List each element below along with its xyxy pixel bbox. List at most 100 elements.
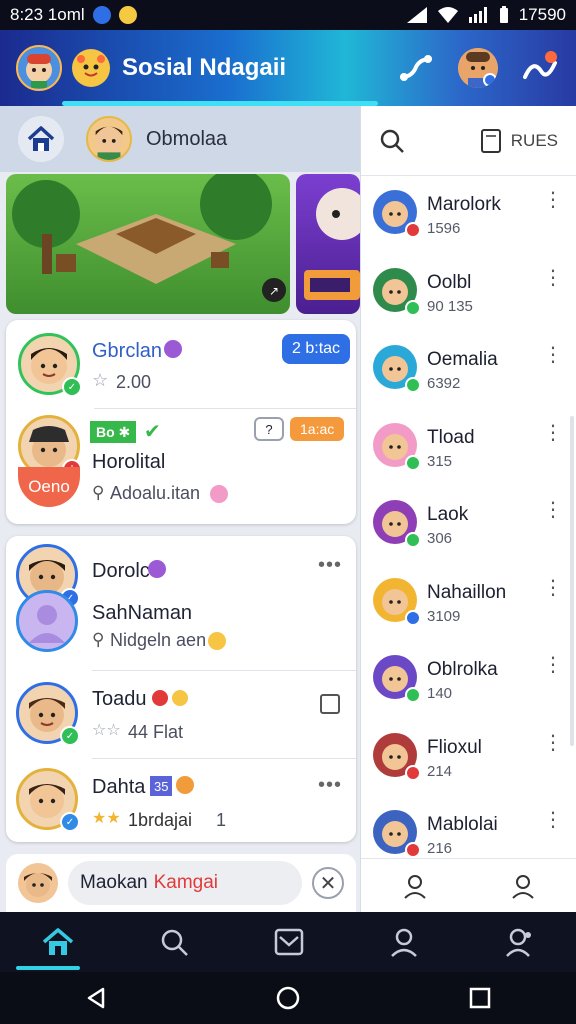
battery-icon: [499, 6, 508, 23]
people-list-item[interactable]: Laok 306 ⋮: [361, 488, 576, 566]
rules-button[interactable]: RUES: [480, 128, 558, 153]
reply-bar: Maokan Kamgai ✕: [6, 854, 356, 912]
reply-avatar[interactable]: [18, 863, 58, 903]
profile-avatar[interactable]: [458, 48, 498, 88]
people-list-item[interactable]: Oemalia 6392 ⋮: [361, 333, 576, 411]
recents-icon[interactable]: [469, 987, 491, 1009]
feed-row[interactable]: ✓ Gbrclan ☆ 2.00 2 b:tac: [6, 320, 356, 408]
person-name: Flioxul: [427, 736, 482, 758]
user-bio: 1brdajai: [128, 810, 193, 830]
unknown-pill[interactable]: ?: [254, 417, 284, 441]
feed-row[interactable]: ✓ Dorolc ••• SahNaman ⚲ Nidgeln aen: [6, 536, 356, 664]
friends-icon[interactable]: [504, 927, 534, 957]
profile-icon[interactable]: [389, 927, 419, 957]
channel-name: Obmolaa: [146, 127, 228, 150]
select-checkbox[interactable]: [320, 694, 340, 714]
back-icon[interactable]: [85, 987, 107, 1009]
person-name: Tload: [427, 426, 475, 448]
game-banner-tile[interactable]: ↗: [6, 174, 290, 314]
user-name[interactable]: Gbrclan: [92, 340, 162, 363]
user-name-secondary[interactable]: SahNaman: [92, 602, 192, 625]
people-list-item[interactable]: Oblrolka 140 ⋮: [361, 643, 576, 721]
mini-level-label: Bo ✱: [96, 423, 131, 440]
status-tag-label: Oeno: [28, 477, 70, 496]
notifications-graph-icon[interactable]: [520, 48, 560, 88]
people-list-item[interactable]: Marolork 1596 ⋮: [361, 178, 576, 256]
online-check-icon: ✓: [62, 377, 82, 397]
emoji-notification-icon: [118, 6, 137, 24]
unknown-pill-label: ?: [265, 421, 273, 437]
more-options-icon[interactable]: •••: [318, 774, 342, 797]
rules-label: RUES: [510, 130, 558, 150]
account-icon[interactable]: [510, 873, 536, 899]
link-share-icon[interactable]: [396, 48, 436, 88]
user-name[interactable]: Dorolc: [92, 560, 150, 583]
home-circle-icon[interactable]: [276, 986, 300, 1010]
notification-icon: [92, 6, 111, 24]
home-tab-button[interactable]: [18, 116, 64, 162]
location-icon: ⚲: [92, 630, 105, 649]
status-badge-icon: [405, 299, 421, 316]
reply-input[interactable]: Maokan Kamgai: [68, 861, 302, 905]
more-vertical-icon[interactable]: ⋮: [543, 423, 563, 443]
search-icon[interactable]: [159, 927, 189, 957]
search-icon[interactable]: [379, 128, 405, 154]
more-vertical-icon[interactable]: ⋮: [543, 810, 563, 830]
more-options-icon[interactable]: •••: [318, 554, 342, 577]
more-vertical-icon[interactable]: ⋮: [543, 190, 563, 210]
more-vertical-icon[interactable]: ⋮: [543, 578, 563, 598]
emoji-icon: [208, 632, 226, 650]
game-promo-tile[interactable]: [296, 174, 360, 314]
person-stat: 140: [427, 685, 453, 702]
inbox-icon[interactable]: [274, 927, 304, 957]
app-logo-avatar[interactable]: [16, 45, 62, 91]
channel-avatar[interactable]: [86, 116, 132, 162]
people-list-item[interactable]: Tload 315 ⋮: [361, 411, 576, 489]
person-name: Mablolai: [427, 814, 498, 835]
feed-row[interactable]: ! Oeno Bo ✱ ✔ ? 1a:ac Horolital ⚲ Adoalu…: [6, 409, 356, 524]
status-time: 8:23 1oml: [10, 5, 85, 24]
close-icon[interactable]: ✕: [312, 867, 344, 899]
more-vertical-icon[interactable]: ⋮: [543, 500, 563, 520]
profile-icon[interactable]: [402, 873, 428, 899]
feed-card-1: ✓ Gbrclan ☆ 2.00 2 b:tac ! Oeno Bo ✱: [6, 320, 356, 524]
game-banner-strip: ↗: [6, 174, 360, 318]
person-name: Oemalia: [427, 349, 498, 370]
online-badge-icon: ✓: [60, 812, 80, 832]
heart-emoji-icon: [210, 485, 228, 503]
user-name[interactable]: Dahta: [92, 776, 145, 799]
user-name[interactable]: Horolital: [92, 451, 165, 474]
person-stat: 216: [427, 840, 453, 857]
heart-emoji-icon: [164, 340, 182, 358]
gold-stars-icon: ★★: [92, 810, 121, 827]
user-location: Nidgeln aen: [110, 630, 207, 650]
user-score: 2.00: [116, 372, 152, 392]
reply-prefix: Maokan: [80, 872, 148, 893]
orange-pill[interactable]: 1a:ac: [290, 417, 345, 441]
follow-tag-button[interactable]: 2 b:tac: [282, 334, 351, 364]
person-stat: 214: [427, 762, 453, 780]
user-score: 44 Flat: [128, 722, 184, 742]
feed-card-2: ✓ Dorolc ••• SahNaman ⚲ Nidgeln aen ✓ To…: [6, 536, 356, 842]
status-tag: Oeno: [18, 467, 80, 507]
more-vertical-icon[interactable]: ⋮: [543, 655, 563, 675]
status-badge-icon: [405, 377, 421, 393]
people-search-bar: RUES: [361, 106, 576, 176]
more-vertical-icon[interactable]: ⋮: [543, 268, 563, 288]
user-name[interactable]: Toadu: [92, 688, 147, 711]
people-list-item[interactable]: Flioxul 214 ⋮: [361, 721, 576, 799]
person-stat: 315: [427, 452, 453, 470]
home-icon[interactable]: [42, 927, 74, 957]
people-list-item[interactable]: Oolbl 90 135 ⋮: [361, 256, 576, 334]
more-vertical-icon[interactable]: ⋮: [543, 345, 563, 365]
person-stat: 6392: [427, 375, 461, 392]
bottom-navigation: [0, 912, 576, 972]
people-list-item[interactable]: Nahaillon 3109 ⋮: [361, 566, 576, 644]
scrollbar[interactable]: [570, 416, 574, 746]
heart-emoji-icon: [148, 560, 166, 578]
placeholder-avatar[interactable]: [16, 590, 78, 652]
more-vertical-icon[interactable]: ⋮: [543, 733, 563, 753]
person-name: Nahaillon: [427, 581, 507, 603]
feed-row[interactable]: ✓ Dahta 35 ••• ★★ 1brdajai 1: [6, 760, 356, 842]
feed-row[interactable]: ✓ Toadu ☆☆ 44 Flat: [6, 672, 356, 758]
